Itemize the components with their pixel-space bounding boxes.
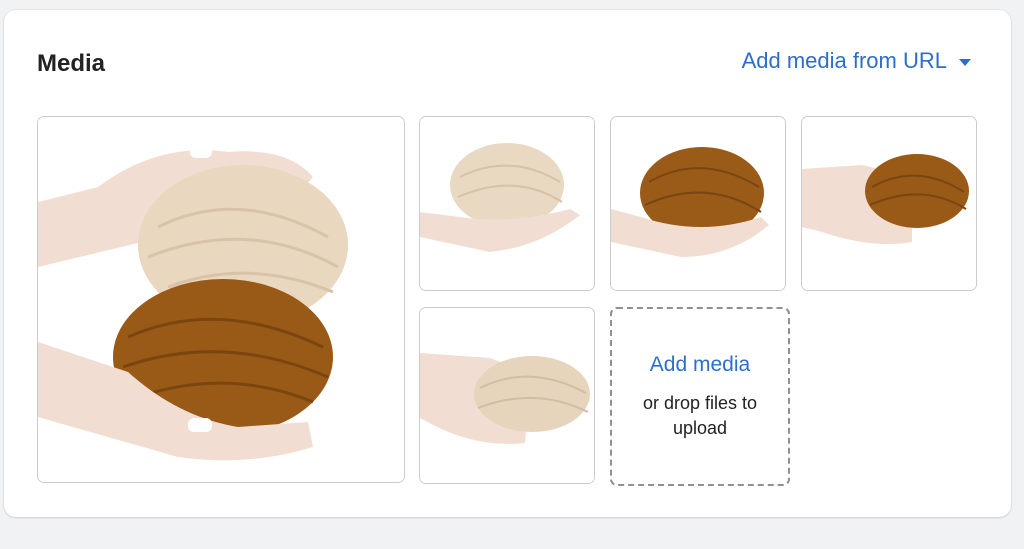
yarn-pair-image <box>38 117 404 482</box>
add-media-from-url-button[interactable]: Add media from URL <box>742 48 971 74</box>
media-dropzone[interactable]: Add media or drop files to upload <box>610 307 790 486</box>
beige-yarn-image <box>420 117 594 290</box>
dropzone-hint: or drop files to upload <box>642 392 758 438</box>
media-card: Media Add media from URL Add media or dr… <box>4 10 1011 517</box>
ochre-yarn-image <box>611 117 785 290</box>
ochre-yarn-hand-image <box>802 117 976 290</box>
media-thumbnail-main[interactable] <box>37 116 405 483</box>
media-thumbnail-5[interactable] <box>419 307 595 484</box>
media-thumbnail-3[interactable] <box>610 116 786 291</box>
add-media-link[interactable]: Add media <box>650 353 750 377</box>
media-thumbnail-4[interactable] <box>801 116 977 291</box>
beige-yarn-hand-image <box>420 308 594 483</box>
caret-down-icon <box>959 58 971 66</box>
add-media-from-url-label: Add media from URL <box>741 48 947 73</box>
media-thumbnail-2[interactable] <box>419 116 595 291</box>
card-title: Media <box>37 50 106 77</box>
